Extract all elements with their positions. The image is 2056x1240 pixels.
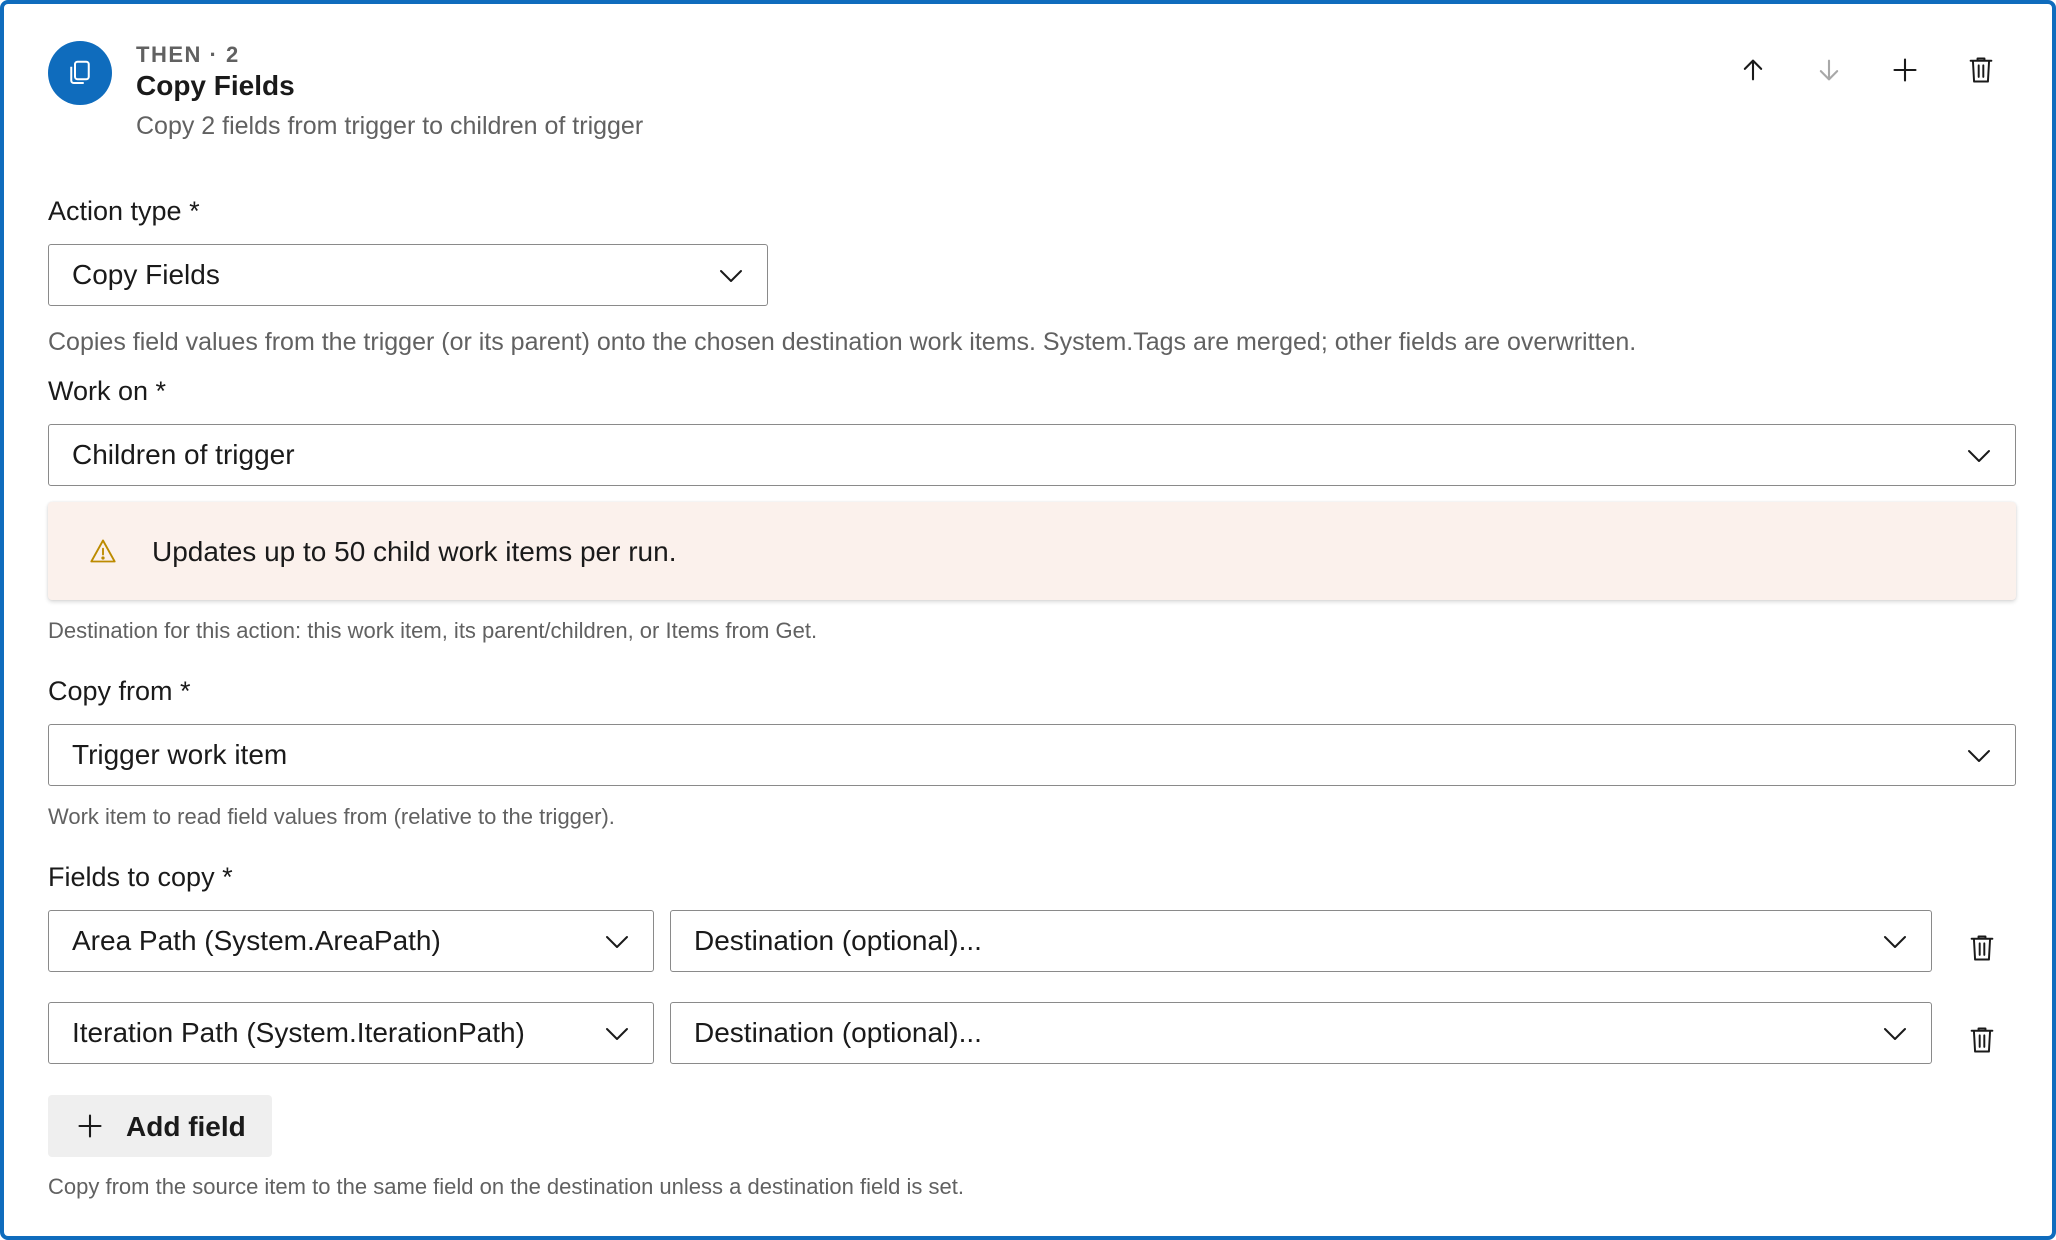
add-step-button[interactable] xyxy=(1885,50,1925,90)
warning-banner: Updates up to 50 child work items per ru… xyxy=(48,502,2016,600)
move-down-button[interactable] xyxy=(1809,50,1849,90)
arrow-up-icon xyxy=(1743,59,1763,81)
add-field-label: Add field xyxy=(126,1111,246,1142)
copy-from-select[interactable]: Trigger work item xyxy=(48,724,2016,786)
step-tag: THEN · 2 xyxy=(136,42,240,67)
source-field-value: Iteration Path (System.IterationPath) xyxy=(72,1017,525,1048)
copy-from-value: Trigger work item xyxy=(72,739,288,770)
source-field-select[interactable]: Area Path (System.AreaPath) xyxy=(48,910,654,972)
step-title: Copy Fields xyxy=(136,70,295,101)
remove-field-button[interactable] xyxy=(1962,928,2002,968)
fields-label: Fields to copy * xyxy=(48,862,233,892)
action-type-label: Action type * xyxy=(48,196,200,226)
delete-step-button[interactable] xyxy=(1961,50,2001,90)
chevron-down-icon xyxy=(1884,1028,1906,1040)
trash-icon xyxy=(1969,57,1993,83)
arrow-down-icon xyxy=(1819,59,1839,81)
action-type-value: Copy Fields xyxy=(72,259,220,290)
work-on-value: Children of trigger xyxy=(72,439,295,470)
copy-from-label: Copy from * xyxy=(48,676,191,706)
chevron-down-icon xyxy=(1968,750,1990,762)
chevron-down-icon xyxy=(606,1028,628,1040)
plus-icon xyxy=(78,1114,102,1138)
remove-field-button[interactable] xyxy=(1962,1020,2002,1060)
trash-icon xyxy=(1970,1027,1994,1053)
chevron-down-icon xyxy=(1968,450,1990,462)
plus-icon xyxy=(1893,58,1917,82)
copy-icon xyxy=(48,41,112,105)
destination-placeholder: Destination (optional)... xyxy=(694,925,982,956)
source-field-value: Area Path (System.AreaPath) xyxy=(72,925,441,956)
add-field-button[interactable]: Add field xyxy=(48,1095,272,1157)
chevron-down-icon xyxy=(1884,936,1906,948)
trash-icon xyxy=(1970,935,1994,961)
destination-placeholder: Destination (optional)... xyxy=(694,1017,982,1048)
chevron-down-icon xyxy=(720,270,742,282)
warning-icon xyxy=(90,539,116,563)
copy-from-help: Work item to read field values from (rel… xyxy=(48,804,615,829)
action-type-help: Copies field values from the trigger (or… xyxy=(48,328,1637,356)
step-summary: Copy 2 fields from trigger to children o… xyxy=(136,112,644,140)
destination-field-select[interactable]: Destination (optional)... xyxy=(670,1002,1932,1064)
action-type-select[interactable]: Copy Fields xyxy=(48,244,768,306)
chevron-down-icon xyxy=(606,936,628,948)
action-card: THEN · 2 Copy Fields Copy 2 fields from … xyxy=(0,0,2056,1240)
work-on-label: Work on * xyxy=(48,376,167,406)
destination-field-select[interactable]: Destination (optional)... xyxy=(670,910,1932,972)
move-up-button[interactable] xyxy=(1733,50,1773,90)
work-on-help: Destination for this action: this work i… xyxy=(48,618,818,643)
work-on-select[interactable]: Children of trigger xyxy=(48,424,2016,486)
fields-help: Copy from the source item to the same fi… xyxy=(48,1174,964,1199)
warning-text: Updates up to 50 child work items per ru… xyxy=(152,536,677,567)
source-field-select[interactable]: Iteration Path (System.IterationPath) xyxy=(48,1002,654,1064)
